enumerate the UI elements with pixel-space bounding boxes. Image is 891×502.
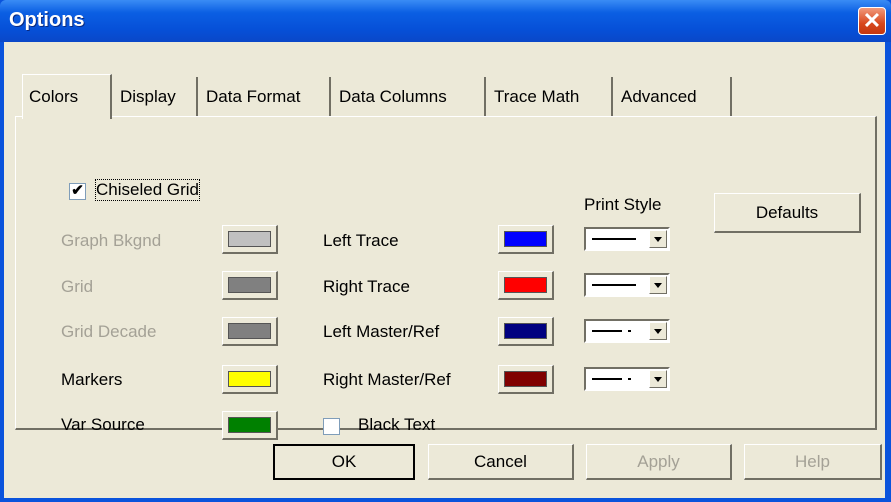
- solid-line-style: [592, 238, 636, 240]
- color-swatch: [228, 371, 271, 387]
- help-button[interactable]: Help: [744, 444, 882, 480]
- tab-label: Data Format: [206, 87, 301, 106]
- chevron-down-icon[interactable]: [649, 276, 667, 294]
- left-trace-label: Left Trace: [323, 231, 399, 250]
- graph-bkgnd-label: Graph Bkgnd: [61, 231, 162, 250]
- chiseled-grid-label[interactable]: Chiseled Grid: [95, 179, 200, 201]
- var-source-color-button[interactable]: [222, 411, 278, 440]
- right-master-ref-color-button[interactable]: [498, 365, 554, 394]
- color-swatch: [228, 323, 271, 339]
- chevron-down-icon[interactable]: [649, 322, 667, 340]
- close-icon: ✕: [862, 8, 882, 33]
- grid-label: Grid: [61, 277, 94, 296]
- black-text-checkbox[interactable]: [323, 418, 340, 435]
- chevron-down-icon[interactable]: [649, 370, 667, 388]
- tab-label: Colors: [29, 87, 79, 106]
- color-swatch: [228, 417, 271, 433]
- tab-data-columns[interactable]: Data Columns: [333, 77, 486, 117]
- grid-decade-color-button[interactable]: [222, 317, 278, 346]
- right-master-ref-print-style-select[interactable]: [584, 367, 670, 391]
- print-style-header: Print Style: [584, 195, 662, 214]
- right-trace-label: Right Trace: [323, 277, 410, 296]
- ok-button[interactable]: OK: [273, 444, 415, 480]
- dash-dot-line-style: [592, 378, 622, 380]
- solid-line-style: [592, 284, 636, 286]
- chiseled-grid-checkbox[interactable]: ✔: [69, 183, 86, 200]
- left-master-ref-print-style-select[interactable]: [584, 319, 670, 343]
- dialog-client-area: Colors Display Data Format Data Columns …: [4, 42, 885, 498]
- left-master-ref-label: Left Master/Ref: [323, 322, 440, 341]
- right-master-ref-label: Right Master/Ref: [323, 370, 451, 389]
- color-swatch: [504, 277, 547, 293]
- grid-color-button[interactable]: [222, 271, 278, 300]
- tab-label: Data Columns: [339, 87, 447, 106]
- dash-dot-line-dot: [628, 378, 631, 380]
- check-icon: ✔: [71, 182, 84, 199]
- color-swatch: [228, 231, 271, 247]
- color-swatch: [504, 323, 547, 339]
- tab-label: Trace Math: [494, 87, 580, 106]
- close-button[interactable]: ✕: [858, 7, 886, 35]
- color-swatch: [228, 277, 271, 293]
- color-swatch: [504, 231, 547, 247]
- grid-decade-label: Grid Decade: [61, 322, 157, 341]
- left-trace-print-style-select[interactable]: [584, 227, 670, 251]
- tab-trace-math[interactable]: Trace Math: [488, 77, 613, 117]
- cancel-button[interactable]: Cancel: [428, 444, 574, 480]
- colors-tab-panel: ✔ Chiseled Grid Graph Bkgnd Grid Grid De…: [15, 116, 877, 440]
- chevron-down-icon[interactable]: [649, 230, 667, 248]
- tab-advanced[interactable]: Advanced: [615, 77, 732, 117]
- options-dialog: Options ✕ Colors Display Data Format Dat…: [0, 0, 891, 502]
- right-trace-color-button[interactable]: [498, 271, 554, 300]
- dialog-title: Options: [9, 9, 85, 31]
- tab-label: Display: [120, 87, 176, 106]
- tab-display[interactable]: Display: [114, 77, 198, 117]
- dash-dot-line-dot: [628, 330, 631, 332]
- black-text-label[interactable]: Black Text: [358, 415, 435, 435]
- left-master-ref-color-button[interactable]: [498, 317, 554, 346]
- tab-colors[interactable]: Colors: [22, 74, 112, 119]
- title-bar[interactable]: Options ✕: [0, 0, 891, 42]
- defaults-button[interactable]: Defaults: [714, 193, 861, 233]
- var-source-label: Var Source: [61, 415, 145, 434]
- graph-bkgnd-color-button[interactable]: [222, 225, 278, 254]
- apply-button[interactable]: Apply: [586, 444, 732, 480]
- tab-label: Advanced: [621, 87, 697, 106]
- markers-label: Markers: [61, 370, 123, 389]
- markers-color-button[interactable]: [222, 365, 278, 394]
- left-trace-color-button[interactable]: [498, 225, 554, 254]
- tab-data-format[interactable]: Data Format: [200, 77, 331, 117]
- dash-dot-line-style: [592, 330, 622, 332]
- color-swatch: [504, 371, 547, 387]
- right-trace-print-style-select[interactable]: [584, 273, 670, 297]
